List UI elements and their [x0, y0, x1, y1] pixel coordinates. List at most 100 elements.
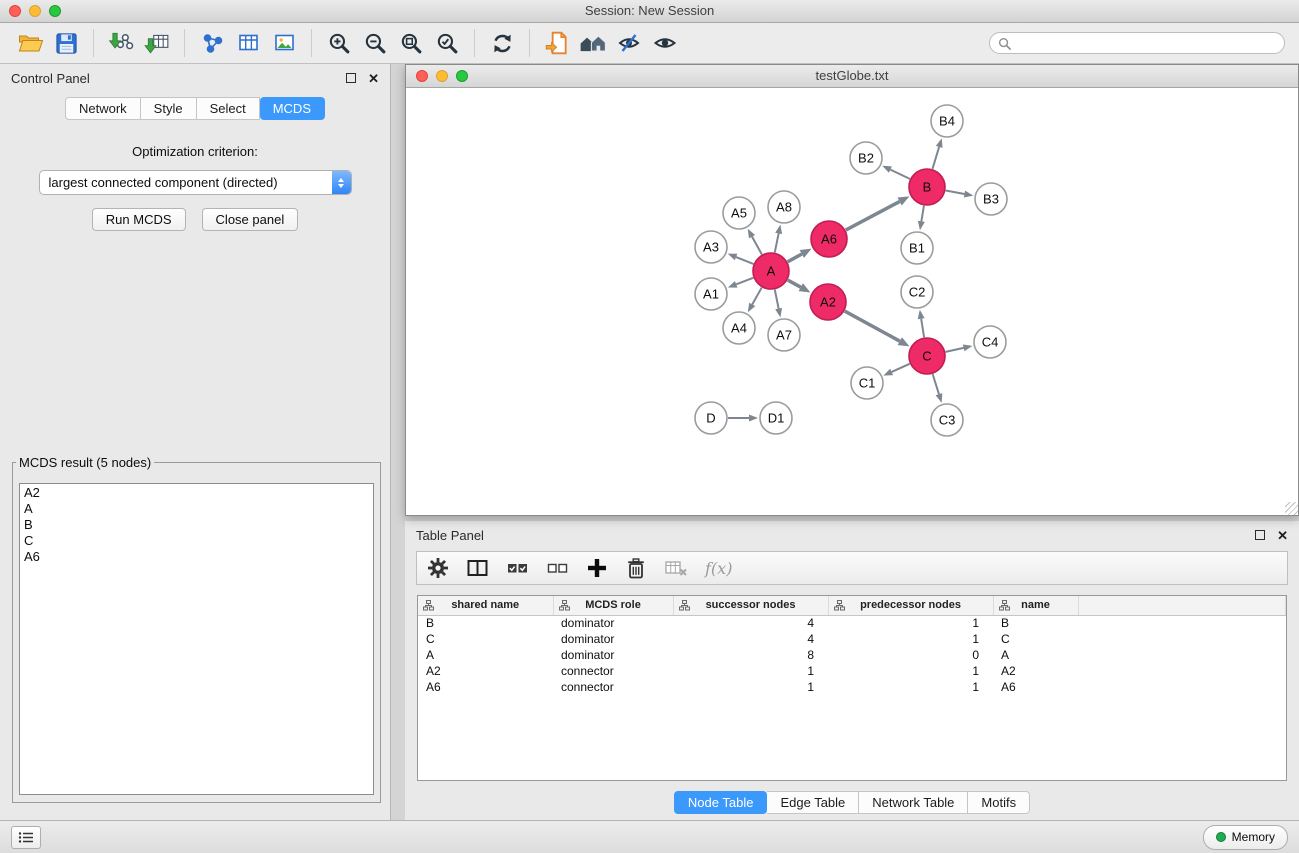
- toggle-column-display-button[interactable]: [466, 555, 489, 581]
- network-node-C[interactable]: C: [909, 338, 945, 374]
- table-cell[interactable]: connector: [553, 663, 673, 679]
- edge-B-B3[interactable]: [946, 191, 965, 195]
- network-node-C3[interactable]: C3: [931, 404, 963, 436]
- close-table-panel-icon[interactable]: ✕: [1277, 529, 1288, 542]
- export-image-button[interactable]: [266, 27, 302, 59]
- table-cell[interactable]: 8: [673, 647, 828, 663]
- edge-A-A2[interactable]: [788, 280, 801, 287]
- import-network-button[interactable]: [103, 27, 139, 59]
- table-tab-network-table[interactable]: Network Table: [859, 791, 968, 814]
- edge-A-A8[interactable]: [775, 233, 779, 252]
- node-table-container[interactable]: shared nameMCDS rolesuccessor nodesprede…: [417, 595, 1287, 781]
- delete-table-button[interactable]: [664, 555, 688, 581]
- table-cell[interactable]: 4: [673, 615, 828, 631]
- edge-C-C2[interactable]: [921, 319, 924, 338]
- open-file-button[interactable]: [12, 27, 48, 59]
- create-column-button[interactable]: [586, 555, 608, 581]
- network-node-D1[interactable]: D1: [760, 402, 792, 434]
- optimization-criterion-dropdown[interactable]: largest connected component (directed): [39, 170, 352, 195]
- table-cell[interactable]: connector: [553, 679, 673, 695]
- close-network-window-button[interactable]: [416, 70, 428, 82]
- table-cell[interactable]: A: [993, 647, 1078, 663]
- delete-columns-button[interactable]: [625, 555, 647, 581]
- refresh-view-button[interactable]: [484, 27, 520, 59]
- status-list-button[interactable]: [11, 826, 41, 849]
- column-header-MCDS-role[interactable]: MCDS role: [553, 596, 673, 615]
- edge-A-A4[interactable]: [752, 288, 761, 305]
- search-input[interactable]: [1016, 35, 1276, 52]
- table-cell[interactable]: 1: [673, 679, 828, 695]
- edge-C-C4[interactable]: [946, 348, 964, 352]
- zoom-out-button[interactable]: [357, 27, 393, 59]
- minimize-window-button[interactable]: [29, 5, 41, 17]
- edge-A-A6[interactable]: [788, 254, 802, 262]
- column-header-predecessor-nodes[interactable]: predecessor nodes: [828, 596, 993, 615]
- edge-A2-C[interactable]: [845, 311, 900, 341]
- network-node-D[interactable]: D: [695, 402, 727, 434]
- import-table-button[interactable]: [139, 27, 175, 59]
- network-node-A[interactable]: A: [753, 253, 789, 289]
- zoom-fit-button[interactable]: [393, 27, 429, 59]
- hide-graphics-details-button[interactable]: [611, 27, 647, 59]
- table-cell[interactable]: 4: [673, 631, 828, 647]
- edge-A6-B[interactable]: [846, 202, 900, 231]
- table-cell[interactable]: B: [418, 615, 553, 631]
- edge-B-B1[interactable]: [921, 206, 924, 222]
- resize-grip-icon[interactable]: [1285, 502, 1298, 515]
- table-cell[interactable]: A6: [993, 679, 1078, 695]
- mcds-result-item[interactable]: B: [24, 517, 369, 533]
- table-cell[interactable]: C: [993, 631, 1078, 647]
- network-node-A6[interactable]: A6: [811, 221, 847, 257]
- control-panel-tab-mcds[interactable]: MCDS: [260, 97, 325, 120]
- control-panel-tab-style[interactable]: Style: [141, 97, 197, 120]
- close-panel-button[interactable]: Close panel: [202, 208, 299, 231]
- table-tab-edge-table[interactable]: Edge Table: [767, 791, 859, 814]
- zoom-selected-button[interactable]: [429, 27, 465, 59]
- reset-view-button[interactable]: [575, 27, 611, 59]
- table-cell[interactable]: A2: [993, 663, 1078, 679]
- table-row[interactable]: A6connector11A6: [418, 679, 1286, 695]
- new-network-button[interactable]: [194, 27, 230, 59]
- edge-B-B2[interactable]: [890, 170, 909, 179]
- table-row[interactable]: Adominator80A: [418, 647, 1286, 663]
- table-cell[interactable]: A2: [418, 663, 553, 679]
- table-cell[interactable]: dominator: [553, 647, 673, 663]
- table-row[interactable]: Bdominator41B: [418, 615, 1286, 631]
- minimize-network-window-button[interactable]: [436, 70, 448, 82]
- column-header-successor-nodes[interactable]: successor nodes: [673, 596, 828, 615]
- search-box[interactable]: [989, 32, 1285, 54]
- network-node-A7[interactable]: A7: [768, 319, 800, 351]
- network-node-B3[interactable]: B3: [975, 183, 1007, 215]
- table-cell[interactable]: 1: [828, 631, 993, 647]
- table-cell[interactable]: dominator: [553, 615, 673, 631]
- run-mcds-button[interactable]: Run MCDS: [92, 208, 186, 231]
- network-graph[interactable]: B4B2BB3A5A8A6B1A3AA1A2C2A4A7C4CC1C3DD1: [406, 88, 1298, 515]
- table-cell[interactable]: 1: [828, 679, 993, 695]
- table-tab-node-table[interactable]: Node Table: [674, 791, 768, 814]
- close-panel-icon[interactable]: ✕: [368, 72, 379, 85]
- deselect-all-rows-button[interactable]: [546, 555, 569, 581]
- network-node-A2[interactable]: A2: [810, 284, 846, 320]
- show-details-button[interactable]: [647, 27, 683, 59]
- edge-A-A1[interactable]: [736, 278, 753, 285]
- table-cell[interactable]: 1: [828, 615, 993, 631]
- edge-A-A5[interactable]: [752, 237, 762, 255]
- table-tab-motifs[interactable]: Motifs: [968, 791, 1030, 814]
- open-recent-button[interactable]: [539, 27, 575, 59]
- edge-A-A7[interactable]: [775, 290, 779, 309]
- table-cell[interactable]: A6: [418, 679, 553, 695]
- zoom-in-button[interactable]: [321, 27, 357, 59]
- float-table-panel-icon[interactable]: [1255, 530, 1265, 540]
- column-header-shared-name[interactable]: shared name: [418, 596, 553, 615]
- edge-A-A3[interactable]: [736, 257, 753, 264]
- network-node-A8[interactable]: A8: [768, 191, 800, 223]
- mcds-result-item[interactable]: C: [24, 533, 369, 549]
- table-row[interactable]: A2connector11A2: [418, 663, 1286, 679]
- network-node-B[interactable]: B: [909, 169, 945, 205]
- function-builder-button[interactable]: f(x): [705, 555, 732, 581]
- select-all-rows-button[interactable]: [506, 555, 529, 581]
- edge-C-C1[interactable]: [892, 364, 910, 372]
- network-node-C1[interactable]: C1: [851, 367, 883, 399]
- mcds-result-list[interactable]: A2ABCA6: [19, 483, 374, 795]
- network-node-A3[interactable]: A3: [695, 231, 727, 263]
